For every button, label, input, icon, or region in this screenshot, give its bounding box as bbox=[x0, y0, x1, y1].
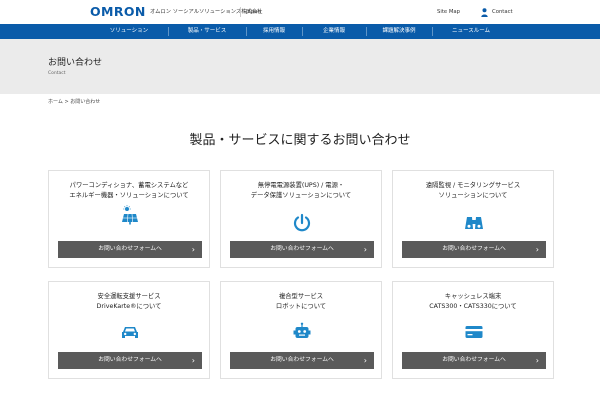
inquiry-form-button[interactable]: お問い合わせフォームへ › bbox=[402, 352, 546, 369]
contact-card-energy: パワーコンディショナ、蓄電システムなど エネルギー機器・ソリューションについて … bbox=[48, 170, 210, 268]
inquiry-form-button-label: お問い合わせフォームへ bbox=[270, 246, 334, 252]
contact-card-ups: 無停電電源装置(UPS) / 電源・ データ保護ソリューションについて お問い合… bbox=[220, 170, 382, 268]
breadcrumb-current: お問い合わせ bbox=[70, 99, 101, 105]
robot-icon bbox=[293, 322, 311, 338]
inquiry-form-button-label: お問い合わせフォームへ bbox=[98, 357, 162, 363]
nav-item-case-studies[interactable]: 課題解決事例 bbox=[366, 24, 432, 39]
page-subtitle: Contact bbox=[48, 71, 66, 76]
nav-item-newsroom[interactable]: ニュースルーム bbox=[432, 24, 510, 39]
top-bar: OMRON オムロン ソーシアルソリューションズ株式会社 Japan Site … bbox=[0, 0, 600, 24]
contact-link-label: Contact bbox=[492, 9, 513, 15]
chevron-right-icon: › bbox=[191, 356, 195, 365]
inquiry-form-button-label: お問い合わせフォームへ bbox=[442, 357, 506, 363]
breadcrumb-separator: > bbox=[64, 99, 69, 105]
page-title: お問い合わせ bbox=[48, 58, 103, 68]
header-divider bbox=[240, 7, 241, 17]
card-title-line: データ保護ソリューションについて bbox=[250, 192, 352, 199]
card-title: 安全運転支援サービス DriveKarte®について bbox=[49, 292, 209, 312]
omron-logo[interactable]: OMRON bbox=[90, 5, 146, 18]
inquiry-form-button[interactable]: お問い合わせフォームへ › bbox=[230, 241, 374, 258]
chevron-right-icon: › bbox=[191, 245, 195, 254]
card-title: 複合型サービス ロボットについて bbox=[221, 292, 381, 312]
card-title-line: エネルギー機器・ソリューションについて bbox=[69, 192, 189, 199]
inquiry-form-button[interactable]: お問い合わせフォームへ › bbox=[402, 241, 546, 258]
card-title-line: 安全運転支援サービス bbox=[97, 293, 161, 300]
contact-card-robot: 複合型サービス ロボットについて お問い合わせフォームへ › bbox=[220, 281, 382, 379]
inquiry-form-button[interactable]: お問い合わせフォームへ › bbox=[230, 352, 374, 369]
contact-card-cashless: キャッシュレス端末 CATS300・CATS330について お問い合わせフォーム… bbox=[392, 281, 554, 379]
chevron-right-icon: › bbox=[363, 356, 367, 365]
card-title-line: DriveKarte®について bbox=[96, 303, 162, 310]
card-title: 遠隔監視 / モニタリングサービス ソリューションについて bbox=[393, 181, 553, 201]
nav-item-products[interactable]: 製品・サービス bbox=[168, 24, 246, 39]
site-map-link[interactable]: Site Map bbox=[437, 8, 460, 16]
inquiry-form-button-label: お問い合わせフォームへ bbox=[442, 246, 506, 252]
card-title-line: パワーコンディショナ、蓄電システムなど bbox=[69, 182, 189, 189]
power-icon bbox=[293, 213, 311, 232]
section-heading: 製品・サービスに関するお問い合わせ bbox=[189, 133, 411, 148]
contact-card-monitoring: 遠隔監視 / モニタリングサービス ソリューションについて お問い合わせフォーム… bbox=[392, 170, 554, 268]
card-title-line: ソリューションについて bbox=[438, 192, 508, 199]
inquiry-form-button-label: お問い合わせフォームへ bbox=[270, 357, 334, 363]
card-title: 無停電電源装置(UPS) / 電源・ データ保護ソリューションについて bbox=[221, 181, 381, 201]
card-title-line: ロボットについて bbox=[275, 303, 327, 310]
region-label[interactable]: Japan bbox=[246, 8, 261, 16]
nav-item-careers[interactable]: 採用情報 bbox=[246, 24, 302, 39]
chevron-right-icon: › bbox=[535, 245, 539, 254]
card-title-line: CATS300・CATS330について bbox=[429, 303, 517, 310]
contact-link[interactable]: Contact bbox=[481, 7, 513, 17]
solar-panel-icon bbox=[122, 205, 138, 225]
chevron-right-icon: › bbox=[363, 245, 367, 254]
binoculars-icon bbox=[465, 217, 483, 229]
nav-item-solutions[interactable]: ソリューション bbox=[90, 24, 168, 39]
card-title-line: キャッシュレス端末 bbox=[444, 293, 502, 300]
card-title-line: 複合型サービス bbox=[278, 293, 324, 300]
credit-card-icon bbox=[465, 326, 483, 338]
card-title-line: 遠隔監視 / モニタリングサービス bbox=[425, 182, 521, 189]
card-title: パワーコンディショナ、蓄電システムなど エネルギー機器・ソリューションについて bbox=[49, 181, 209, 201]
contact-card-drivekarte: 安全運転支援サービス DriveKarte®について お問い合わせフォームへ › bbox=[48, 281, 210, 379]
inquiry-form-button-label: お問い合わせフォームへ bbox=[98, 246, 162, 252]
car-icon bbox=[122, 327, 138, 338]
card-title-line: 無停電電源装置(UPS) / 電源・ bbox=[257, 182, 345, 189]
card-title: キャッシュレス端末 CATS300・CATS330について bbox=[393, 292, 553, 312]
breadcrumb-home[interactable]: ホーム bbox=[48, 99, 63, 105]
inquiry-form-button[interactable]: お問い合わせフォームへ › bbox=[58, 241, 202, 258]
person-icon bbox=[481, 7, 488, 17]
nav-item-company[interactable]: 企業情報 bbox=[302, 24, 366, 39]
breadcrumb: ホーム > お問い合わせ bbox=[48, 99, 100, 106]
chevron-right-icon: › bbox=[535, 356, 539, 365]
inquiry-form-button[interactable]: お問い合わせフォームへ › bbox=[58, 352, 202, 369]
main-nav: ソリューション 製品・サービス 採用情報 企業情報 課題解決事例 ニュースルーム bbox=[0, 24, 600, 39]
